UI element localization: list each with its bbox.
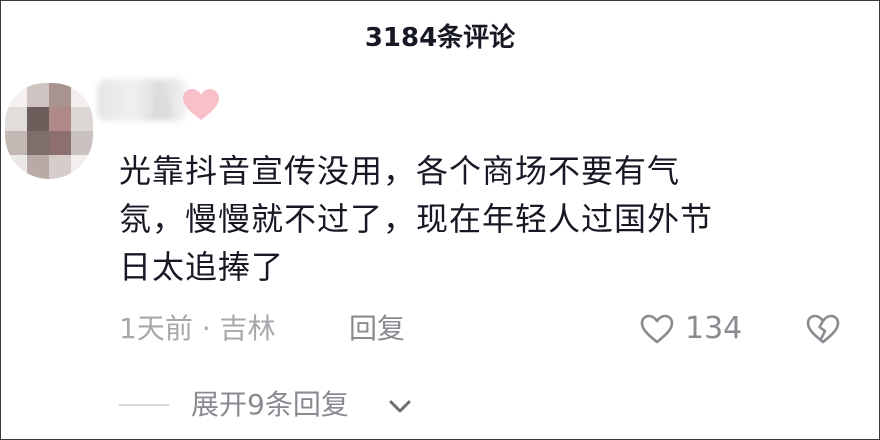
pink-heart-icon: [183, 89, 219, 120]
chevron-down-icon: [389, 400, 411, 413]
comment-text-line: 日太追捧了: [119, 248, 285, 286]
avatar[interactable]: [5, 83, 93, 179]
username-blurred-tail: 月: [151, 97, 174, 122]
reply-button[interactable]: 回复: [349, 309, 405, 349]
comment-text-line: 氛，慢慢就不过了，现在年轻人过国外节: [119, 200, 714, 238]
heart-outline-icon: [640, 314, 674, 344]
like-count: 134: [685, 311, 743, 346]
expand-replies-button[interactable]: 展开9条回复: [119, 383, 519, 427]
comment-count-title: 3184条评论: [364, 23, 516, 53]
time-location: 1天前 · 吉林: [119, 312, 276, 345]
comment-meta-row: 1天前 · 吉林 回复 134: [119, 309, 859, 349]
comment-text: 光靠抖音宣传没用，各个商场不要有气 氛，慢慢就不过了，现在年轻人过国外节 日太追…: [119, 147, 839, 291]
expand-replies-label: 展开9条回复: [191, 388, 349, 421]
broken-heart-icon[interactable]: [805, 313, 841, 345]
divider-line: [119, 404, 169, 406]
comment-text-line: 光靠抖音宣传没用，各个商场不要有气: [119, 152, 681, 190]
comment-panel: 3184条评论 月 光靠抖音宣传没用，各个商场不要有气 氛，慢慢就不过了，现在年…: [0, 0, 880, 440]
